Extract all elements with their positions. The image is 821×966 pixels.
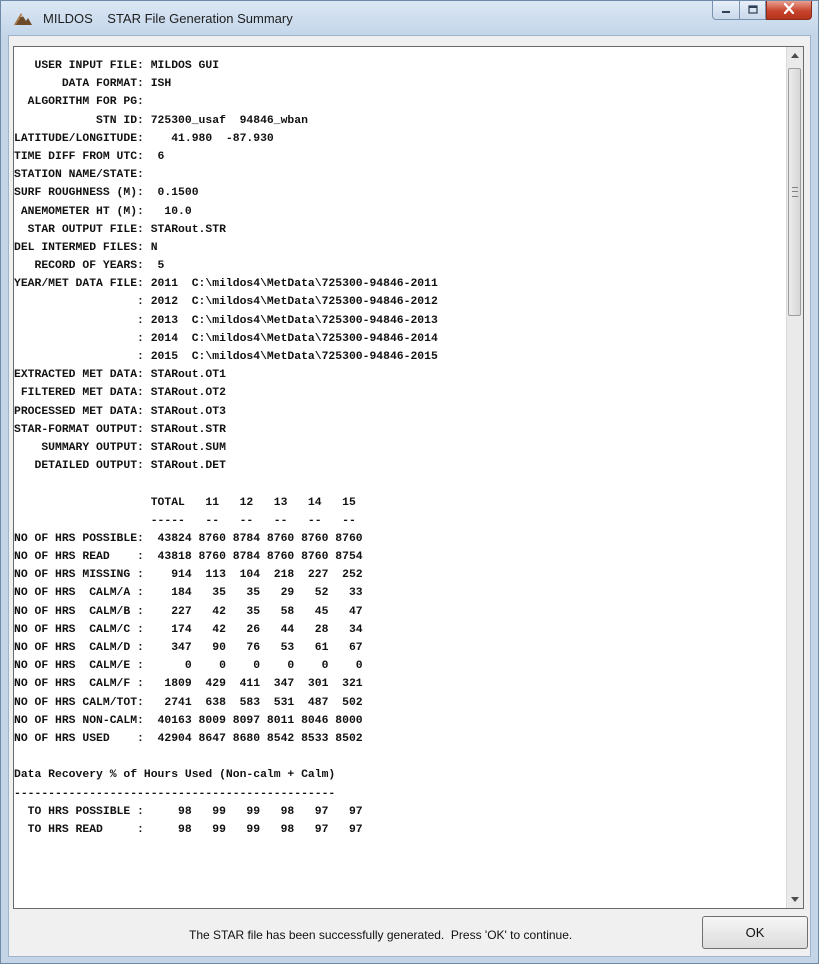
output-line: : 2013 C:\mildos4\MetData\725300-94846-2… [14, 314, 438, 327]
output-line: TIME DIFF FROM UTC: 6 [14, 150, 165, 163]
scrollbar-thumb[interactable] [788, 68, 801, 316]
output-line: : 2014 C:\mildos4\MetData\725300-94846-2… [14, 332, 438, 345]
close-button[interactable] [766, 1, 812, 20]
output-line: ANEMOMETER HT (M): 10.0 [14, 205, 192, 218]
output-line: DEL INTERMED FILES: N [14, 241, 158, 254]
vertical-scrollbar[interactable] [786, 47, 803, 908]
output-line: STAR OUTPUT FILE: STARout.STR [14, 223, 226, 236]
output-line: EXTRACTED MET DATA: STARout.OT1 [14, 369, 226, 382]
output-line: : 2015 C:\mildos4\MetData\725300-94846-2… [14, 351, 438, 363]
output-line: NO OF HRS CALM/B : 227 42 35 58 45 47 [14, 605, 363, 618]
status-message: The STAR file has been successfully gene… [189, 928, 573, 942]
maximize-icon [747, 1, 758, 19]
caption-buttons [712, 1, 812, 21]
star-summary-window: MILDOS STAR File Generation Summary USER… [0, 0, 819, 964]
output-line: NO OF HRS NON-CALM: 40163 8009 8097 8011… [14, 714, 363, 727]
output-line: NO OF HRS CALM/C : 174 42 26 44 28 34 [14, 623, 363, 636]
chevron-down-icon [791, 897, 799, 902]
output-line: NO OF HRS CALM/F : 1809 429 411 347 301 … [14, 678, 363, 691]
output-line: ----- -- -- -- -- -- [14, 514, 356, 527]
output-line: STAR-FORMAT OUTPUT: STARout.STR [14, 423, 226, 436]
grip-icon [792, 187, 798, 197]
output-line: NO OF HRS CALM/TOT: 2741 638 583 531 487… [14, 696, 363, 709]
output-line: TO HRS READ : 98 99 99 98 97 97 [14, 823, 363, 836]
output-line: NO OF HRS READ : 43818 8760 8784 8760 87… [14, 551, 363, 564]
output-line: PROCESSED MET DATA: STARout.OT3 [14, 405, 226, 418]
dialog-client-area: USER INPUT FILE: MILDOS GUI DATA FORMAT:… [8, 35, 811, 957]
output-line: STATION NAME/STATE: [14, 169, 144, 182]
title-bar[interactable]: MILDOS STAR File Generation Summary [1, 1, 818, 35]
output-line: FILTERED MET DATA: STARout.OT2 [14, 387, 226, 400]
output-line: TO HRS POSSIBLE : 98 99 99 98 97 97 [14, 805, 363, 818]
minimize-icon [721, 1, 731, 19]
minimize-button[interactable] [712, 1, 740, 20]
scroll-down-arrow[interactable] [787, 891, 803, 908]
output-line: NO OF HRS USED : 42904 8647 8680 8542 85… [14, 732, 363, 745]
output-line: LATITUDE/LONGITUDE: 41.980 -87.930 [14, 132, 274, 145]
window-title: MILDOS STAR File Generation Summary [43, 11, 293, 26]
output-line: SUMMARY OUTPUT: STARout.SUM [14, 441, 226, 454]
output-line: : 2012 C:\mildos4\MetData\725300-94846-2… [14, 296, 438, 309]
output-line: SURF ROUGHNESS (M): 0.1500 [14, 187, 199, 200]
output-line: YEAR/MET DATA FILE: 2011 C:\mildos4\MetD… [14, 278, 438, 291]
ok-button[interactable]: OK [702, 916, 808, 949]
maximize-button[interactable] [740, 1, 766, 20]
scroll-up-arrow[interactable] [787, 47, 803, 64]
output-line: ALGORITHM FOR PG: [14, 96, 144, 109]
output-line: ----------------------------------------… [14, 787, 336, 800]
output-line: DETAILED OUTPUT: STARout.DET [14, 460, 226, 473]
summary-output-lines: USER INPUT FILE: MILDOS GUI DATA FORMAT:… [14, 57, 787, 908]
close-icon [783, 1, 795, 19]
output-line: NO OF HRS CALM/D : 347 90 76 53 61 67 [14, 642, 363, 654]
output-line: RECORD OF YEARS: 5 [14, 260, 165, 273]
mildos-app-icon [13, 10, 33, 26]
output-line: TOTAL 11 12 13 14 15 [14, 496, 356, 509]
output-line: Data Recovery % of Hours Used (Non-calm … [14, 769, 336, 782]
summary-output-textarea[interactable]: USER INPUT FILE: MILDOS GUI DATA FORMAT:… [13, 46, 804, 909]
output-line: NO OF HRS CALM/A : 184 35 35 29 52 33 [14, 587, 363, 600]
output-line: NO OF HRS POSSIBLE: 43824 8760 8784 8760… [14, 532, 363, 545]
output-line: NO OF HRS CALM/E : 0 0 0 0 0 0 [14, 660, 363, 673]
output-line: USER INPUT FILE: MILDOS GUI [14, 60, 220, 72]
output-line: DATA FORMAT: ISH [14, 78, 172, 91]
chevron-up-icon [791, 53, 799, 58]
output-line: STN ID: 725300_usaf 94846_wban [14, 114, 308, 127]
output-line: NO OF HRS MISSING : 914 113 104 218 227 … [14, 569, 363, 582]
